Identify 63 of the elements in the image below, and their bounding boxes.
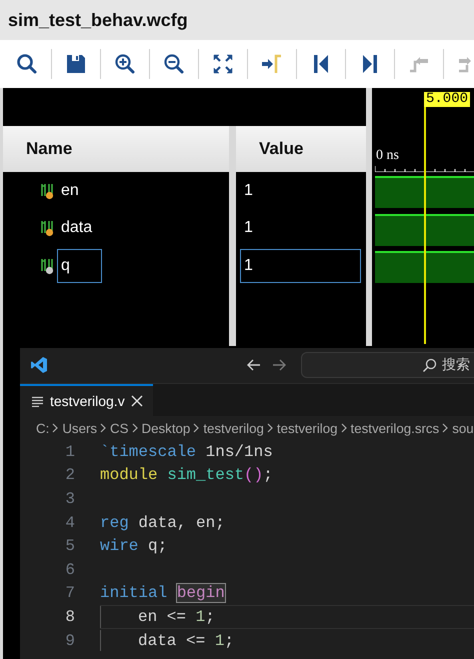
column-header[interactable]: Value: [236, 126, 366, 172]
code-line: wire q;: [100, 537, 168, 556]
go-to-start-icon: [312, 54, 330, 74]
previous-edge-icon: [408, 55, 430, 73]
zoom-in-icon: [114, 53, 136, 75]
signal-icon: [40, 182, 54, 200]
line-number: 9: [64, 632, 75, 650]
search-field[interactable]: 搜索: [301, 352, 474, 378]
cursor-time-label: 5.000: [424, 92, 470, 107]
chevron-icon: [52, 423, 60, 433]
go-to-end-icon: [361, 54, 379, 74]
line-number: 1: [64, 442, 75, 461]
line-number: 2: [64, 466, 75, 484]
file-lines-icon: [32, 396, 44, 406]
code-line: initial begin: [100, 584, 225, 602]
line-number: 5: [64, 537, 75, 556]
editor-logo-icon: [30, 356, 48, 374]
signal-name[interactable]: data: [57, 211, 102, 246]
search-icon: [422, 358, 437, 373]
chevron-icon: [100, 423, 108, 433]
fit-icon: [213, 54, 233, 74]
code-line: `timescale 1ns/1ns: [100, 442, 273, 461]
line-number: 8: [64, 608, 75, 626]
cursor-icon: [261, 54, 283, 74]
chevron-icon: [340, 423, 348, 433]
breadcrumb[interactable]: testverilog: [203, 420, 264, 436]
close-icon[interactable]: [130, 395, 143, 407]
zoom-out-icon: [163, 53, 185, 75]
window-title: sim_test_behav.wcfg: [8, 10, 188, 30]
line-number: 3: [64, 490, 75, 508]
next-edge-icon: [457, 55, 474, 73]
chevron-icon: [442, 423, 450, 433]
chevron-icon: [132, 423, 139, 433]
chevron-icon: [193, 423, 200, 433]
signal-icon: [40, 219, 54, 238]
code-line: reg data, en;: [100, 514, 225, 532]
column-header[interactable]: Name: [3, 126, 229, 172]
chevron-icon: [266, 423, 274, 433]
code-line: en <= 1;: [138, 608, 215, 626]
line-number: 7: [64, 584, 75, 602]
code-line: data <= 1;: [138, 632, 234, 650]
signal-name[interactable]: en: [57, 174, 102, 208]
signal-value[interactable]: 1: [240, 211, 361, 246]
line-number: 6: [64, 560, 75, 579]
signal-value[interactable]: 1: [240, 174, 361, 208]
signal-name[interactable]: q: [57, 248, 102, 283]
breadcrumb[interactable]: sou: [452, 420, 474, 436]
signal-icon: [40, 256, 54, 275]
code-line: module sim_test();: [100, 466, 273, 484]
editor-tab[interactable]: testverilog.v: [20, 384, 153, 416]
time-ruler-label: 0 ns: [376, 148, 399, 164]
save-icon: [66, 54, 86, 74]
back-icon[interactable]: [246, 357, 262, 373]
forward-icon[interactable]: [271, 357, 287, 373]
breadcrumb[interactable]: Users: [62, 420, 98, 436]
breadcrumb[interactable]: C:: [36, 420, 50, 436]
search-icon: [16, 53, 38, 75]
breadcrumb[interactable]: CS: [110, 420, 129, 436]
breadcrumb[interactable]: testverilog.srcs: [350, 420, 440, 436]
line-number: 4: [64, 514, 75, 532]
breadcrumb[interactable]: Desktop: [142, 420, 190, 436]
signal-value[interactable]: 1: [240, 248, 361, 283]
breadcrumb[interactable]: testverilog: [276, 420, 338, 436]
